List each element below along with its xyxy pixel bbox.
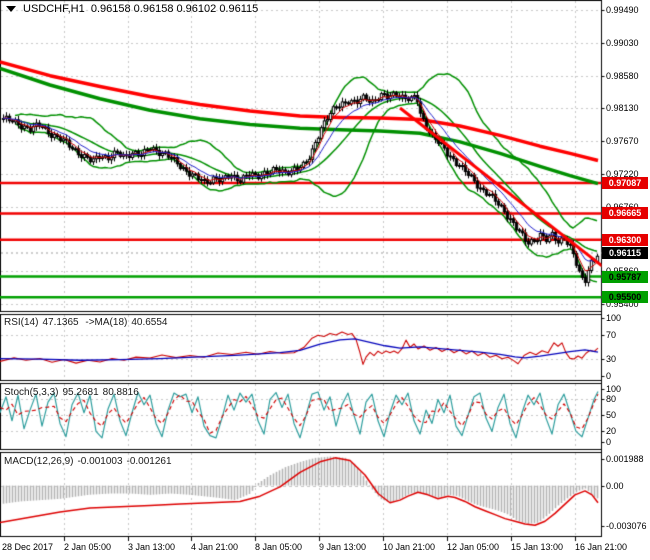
stoch-panel-title: Stoch(5,3,3) 95.2681 80.8816 <box>4 387 143 398</box>
rsi-ma-value: 40.6554 <box>131 317 168 328</box>
stoch-value-d: 80.8816 <box>102 387 139 398</box>
symbol-label: USDCHF,H1 <box>23 3 85 15</box>
time-axis[interactable] <box>0 537 650 560</box>
rsi-value: 47.1365 <box>42 317 79 328</box>
rsi-ma-name: ->MA(18) <box>85 317 128 328</box>
symbol-dropdown-icon[interactable] <box>6 6 16 13</box>
macd-panel-title: MACD(12,26,9) -0.001003 -0.001261 <box>4 456 176 467</box>
rsi-panel-title: RSI(14) 47.1365 ->MA(18) 40.6554 <box>4 317 172 328</box>
chart-title: USDCHF,H1 0.96158 0.96158 0.96102 0.9611… <box>6 3 258 15</box>
price-axis[interactable] <box>602 0 650 537</box>
chart-canvas[interactable] <box>0 0 650 560</box>
chart-window: USDCHF,H1 0.96158 0.96158 0.96102 0.9611… <box>0 0 650 560</box>
macd-value: -0.001003 <box>77 456 123 467</box>
rsi-indicator-name: RSI(14) <box>4 317 39 328</box>
ohlc-values: 0.96158 0.96158 0.96102 0.96115 <box>90 3 259 15</box>
macd-signal-value: -0.001261 <box>126 456 172 467</box>
stoch-value-k: 95.2681 <box>62 387 99 398</box>
macd-indicator-name: MACD(12,26,9) <box>4 456 74 467</box>
stoch-indicator-name: Stoch(5,3,3) <box>4 387 59 398</box>
